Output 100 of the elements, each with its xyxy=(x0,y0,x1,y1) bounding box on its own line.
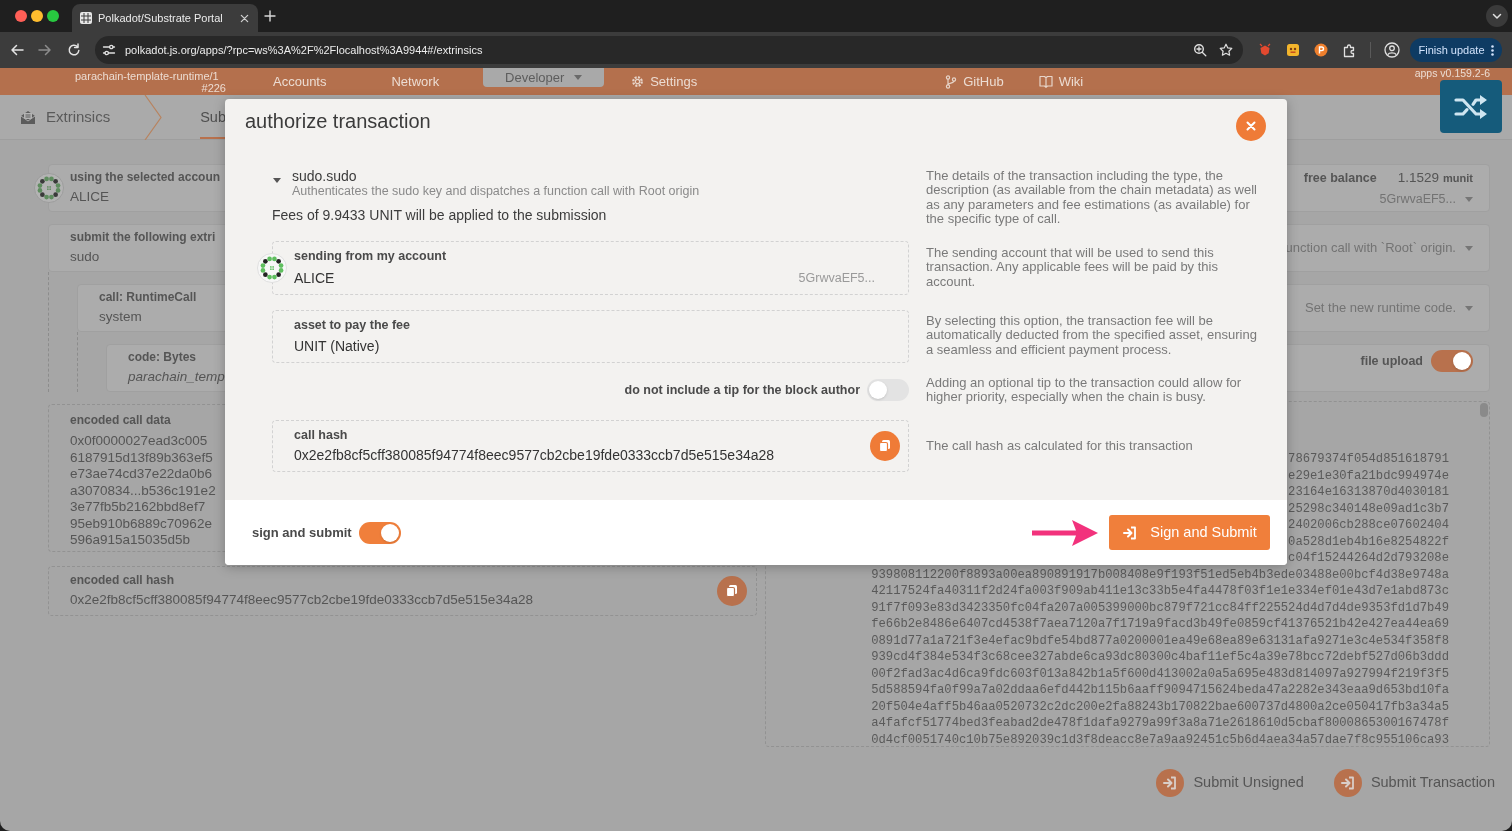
action-button[interactable]: Submit Unsigned xyxy=(1156,769,1304,797)
page-icon xyxy=(80,12,92,24)
toggle-label: sign and submit xyxy=(252,523,352,542)
close-icon xyxy=(1246,121,1256,131)
hex-line: fe66b2e8486e6407cd4538f7aea7120a7f1719a9facd3b49fe0859cf41376521b42e427ea44ea69 xyxy=(871,616,1449,633)
dialog-title: authorize transaction xyxy=(245,109,431,133)
profile-icon[interactable] xyxy=(1384,42,1400,58)
encoded-data-line: 6187915d13f89b363ef5 xyxy=(70,449,213,466)
sign-in-icon xyxy=(1122,524,1139,541)
browser-tab[interactable]: Polkadot/Substrate Portal xyxy=(72,4,258,32)
fee-text: Fees of 9.9433 UNIT will be applied to the submission xyxy=(272,207,608,224)
encoded-data-line: 596a915a15035d5b xyxy=(70,532,191,549)
menu-item[interactable]: Developer xyxy=(483,68,605,87)
nav-link[interactable]: GitHub xyxy=(945,71,1004,92)
hex-line: 939cd4f384e534f3c68cee327abde6ca93dc80300c4baf11ef5c4a39e78bcc72debf527d06b3ddd xyxy=(871,649,1449,666)
hex-line: 42117524fa40311f2d24fa003f909ab411e13c33b5e4fa4478f03f1e1e334ef01e43d7e1abd873c xyxy=(871,583,1449,600)
caret-icon xyxy=(1465,305,1473,311)
toggle-switch[interactable] xyxy=(358,521,401,544)
menu-item[interactable]: Accounts xyxy=(273,71,327,92)
update-button[interactable]: Finish update xyxy=(1410,38,1502,62)
url-text: polkadot.js.org/apps/?rpc=ws%3A%2F%2Flocalhost%3A9944#/extrinsics xyxy=(125,42,483,58)
copy-button[interactable] xyxy=(717,576,747,606)
hex-line: 0a528d1eb4b16e8254822f xyxy=(1288,533,1449,550)
chevron-icon xyxy=(143,95,164,140)
back-icon[interactable] xyxy=(10,43,24,57)
select-field[interactable]: asset to pay the fee UNIT (Native) xyxy=(272,310,909,364)
field-label: encoded call hash xyxy=(70,573,176,588)
field-label: asset to pay the fee xyxy=(294,318,411,334)
balance-unit: munit xyxy=(1443,170,1473,186)
version-text: apps v0.159.2-6 xyxy=(1414,68,1490,79)
field-label: encoded call data xyxy=(70,413,171,428)
help-text: By selecting this option, the transaction fee will be automatically deducted from the specified asset, ensuring a seamless and efficient payment process. xyxy=(926,312,1258,359)
hex-line: 91f7f093e83d3423350fc04fa207a005399000bc879f721cc84ff225524d4d7d4de9353fd1d7b49 xyxy=(871,599,1449,616)
extension-icon[interactable] xyxy=(1286,43,1300,57)
close-window-icon[interactable] xyxy=(15,10,27,22)
field-value: parachain_temp xyxy=(128,368,225,386)
block-number: #226 xyxy=(201,81,226,94)
field-value: system xyxy=(99,308,143,326)
zoom-icon[interactable] xyxy=(1193,43,1207,57)
toggle-label: do not include a tip for the block author xyxy=(624,381,860,399)
dropdown-select[interactable]: Set the new runtime code. xyxy=(1304,298,1473,318)
extension-icon[interactable] xyxy=(1314,43,1328,57)
encoded-data-line: 0x0f0000027ead3c005 xyxy=(70,433,208,450)
shuffle-button[interactable] xyxy=(1440,80,1502,133)
help-text: Adding an optional tip to the transaction could allow for higher priority, especially when the chain is busy. xyxy=(926,376,1243,405)
hex-line: 5d588594fa0f99a7a02ddaa6efd442b115b6aaff9094715624beda47a2282e343eaa9d653bd10fa xyxy=(871,682,1449,699)
hex-line: 20f504e4aff5b46aa0520732c2dc200e2fa88243b170822bae600737d4800a2ce050417fb3a34a5 xyxy=(871,698,1449,715)
account-name: ALICE xyxy=(70,188,111,206)
account-name: ALICE xyxy=(294,269,335,287)
hash-value: 0x2e2fb8cf5cff380085f94774f8eec9577cb2cbe19fde0333ccb7d5e515e34a28 xyxy=(70,591,533,609)
nav-link[interactable]: Wiki xyxy=(1038,71,1084,92)
hex-line: 2402006cb288ce07602404 xyxy=(1288,517,1449,534)
help-text: The call hash as calculated for this transaction xyxy=(926,438,1194,453)
reload-icon[interactable] xyxy=(67,43,81,57)
encoded-data-line: 95eb910b6889c70962e xyxy=(70,515,212,532)
dropdown-select[interactable]: unction call with `Root` origin. xyxy=(1285,238,1473,258)
minimize-window-icon[interactable] xyxy=(31,10,43,22)
field-label: call: RuntimeCall xyxy=(99,290,197,305)
action-button[interactable]: Submit Transaction xyxy=(1333,769,1495,797)
encoded-data-line: a3070834...b536c191e2 xyxy=(70,482,216,499)
toggle-switch[interactable] xyxy=(867,379,909,402)
toggle-label: file upload xyxy=(1360,352,1423,370)
close-icon[interactable] xyxy=(240,13,249,23)
page-title: Extrinsics xyxy=(46,106,111,127)
caret-icon[interactable] xyxy=(273,176,281,184)
copy-icon xyxy=(725,584,739,598)
caret-icon xyxy=(574,75,583,80)
hex-line: a4fafcf51774bed3feabad2de478f1dafa9279a99f3a8a71e2618610d5cbaf8000865300167478f xyxy=(871,715,1449,732)
copy-icon xyxy=(878,438,892,453)
branch-icon xyxy=(945,74,958,89)
help-text: The sending account that will be used to send this transaction. Any applicable fees will be paid by this account. xyxy=(926,244,1219,291)
menu-item[interactable]: Network xyxy=(391,71,440,92)
field-label: using the selected accoun xyxy=(70,170,221,185)
puzzle-icon[interactable] xyxy=(1342,42,1357,58)
chevron-down-icon[interactable] xyxy=(1486,5,1508,27)
menu-item[interactable]: Settings xyxy=(631,71,698,92)
field-label: call hash xyxy=(294,427,349,443)
envelope-icon xyxy=(20,109,36,125)
new-tab-icon[interactable] xyxy=(264,10,276,22)
identicon-icon xyxy=(257,253,287,284)
scrollbar-thumb[interactable] xyxy=(1480,403,1488,417)
toggle-switch[interactable] xyxy=(1431,350,1473,372)
hex-line: c04f15244264d2d793208e xyxy=(1288,550,1449,567)
more-icon xyxy=(1490,44,1494,56)
maximize-window-icon[interactable] xyxy=(47,10,59,22)
field-label: submit the following extri xyxy=(70,230,216,245)
site-settings-icon[interactable] xyxy=(102,43,116,57)
hex-line: 25298c340148e09ad1c3b7 xyxy=(1288,500,1449,517)
sign-and-submit-button[interactable]: Sign and Submit xyxy=(1109,515,1270,550)
address-bar[interactable]: polkadot.js.org/apps/?rpc=ws%3A%2F%2Flocalhost%3A9944#/extrinsics xyxy=(95,36,1243,64)
encoded-data-line: e73ae74cd37e22da0b6 xyxy=(70,466,212,483)
hex-line: 0891d77a1a721f3e4efac9bdfe54bd877a0200001ea49e68ea89e63131afa9271e3c4e534f358f8 xyxy=(871,632,1449,649)
field-value: sudo xyxy=(70,248,101,266)
star-icon[interactable] xyxy=(1219,43,1233,57)
balance-value: 1.1529 xyxy=(1397,168,1440,187)
copy-button[interactable] xyxy=(870,430,900,461)
forward-icon[interactable] xyxy=(38,43,52,57)
hex-line: 0d4cf0051740c10b75e892039c1d3f8deacc8e7a9aa92451c5b6d4aea34a57dae7f8c955106ca93 xyxy=(871,731,1449,746)
hash-value: 0x2e2fb8cf5cff380085f94774f8eec9577cb2cbe19fde0333ccb7d5e515e34a28 xyxy=(294,446,775,464)
sign-in-icon xyxy=(1156,769,1185,797)
